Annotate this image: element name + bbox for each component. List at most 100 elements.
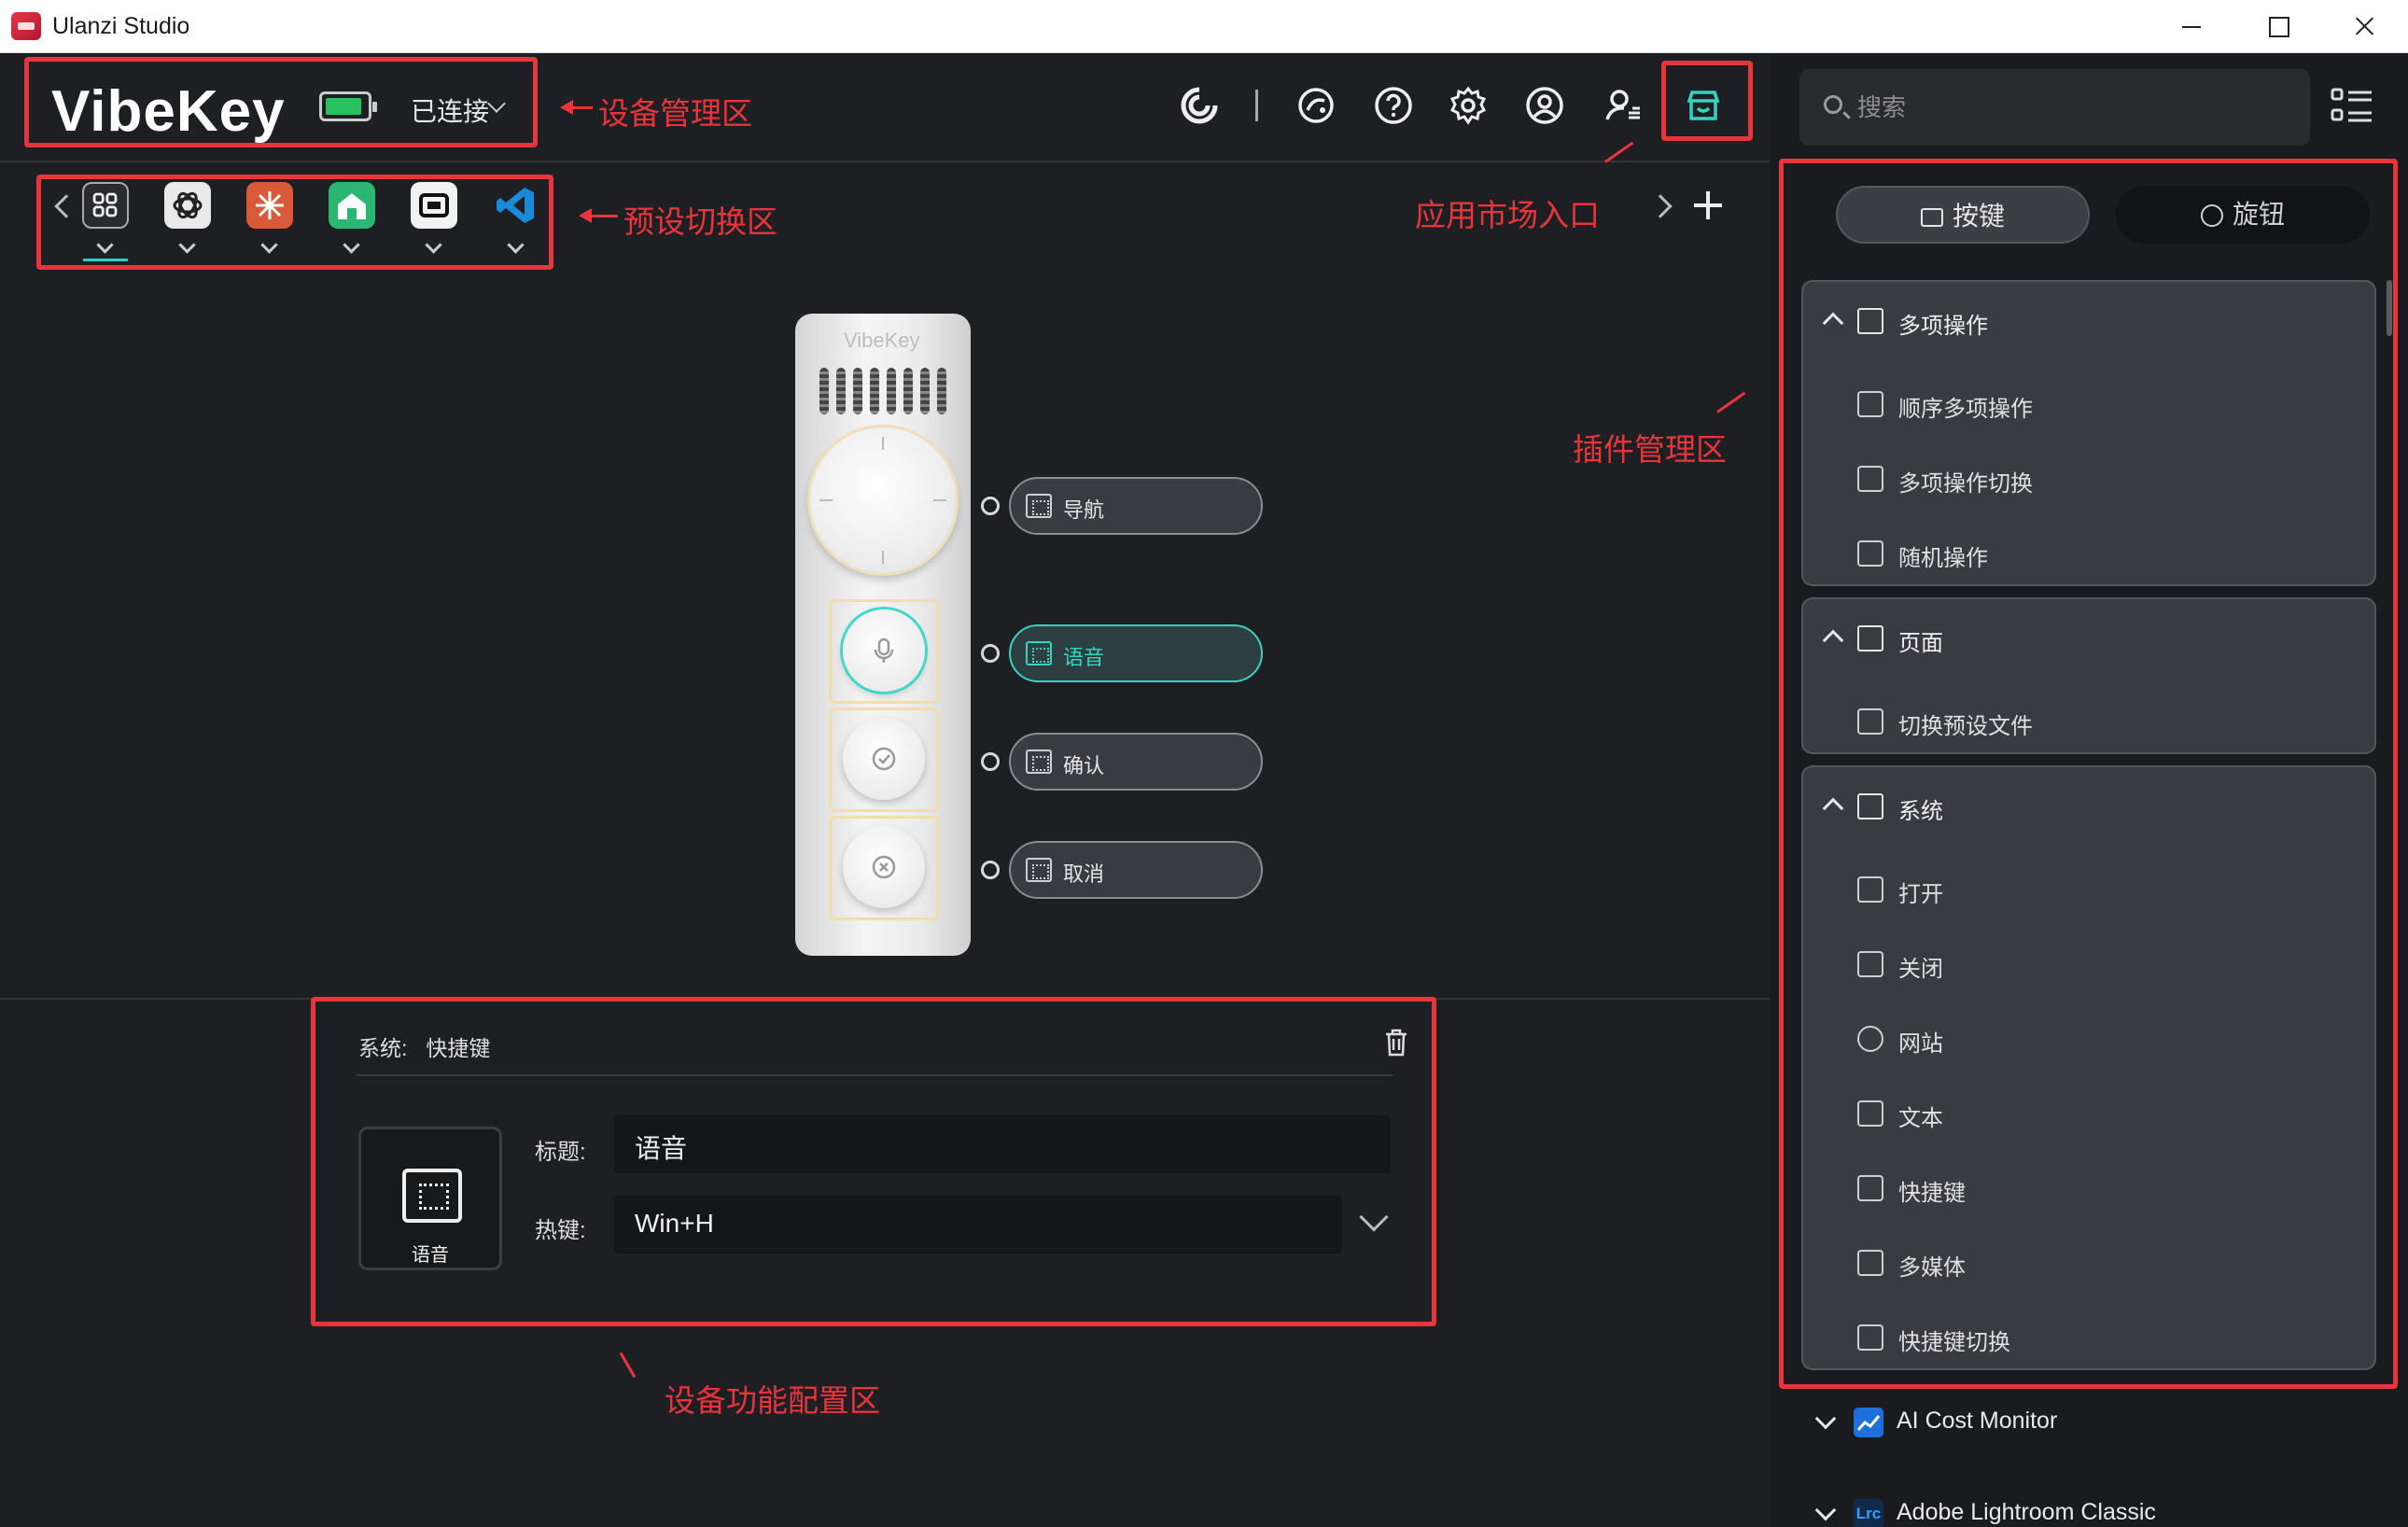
user-manage-icon[interactable] bbox=[1602, 84, 1645, 127]
annotation-device-management: 设备管理区 bbox=[598, 96, 752, 131]
slot-confirm[interactable]: 确认 bbox=[1009, 733, 1263, 791]
grid-preset-icon[interactable] bbox=[82, 182, 129, 229]
group-title: 页面 bbox=[1898, 631, 1943, 656]
account-icon[interactable] bbox=[1523, 84, 1566, 127]
hotkey-input[interactable]: Win+H bbox=[614, 1196, 1342, 1254]
search-input[interactable] bbox=[1857, 90, 2287, 125]
item-label: 文本 bbox=[1898, 1106, 1943, 1131]
shortcut-icon bbox=[1026, 494, 1052, 518]
group-system: 系统 打开 关闭 网站 文本 快捷键 多媒体 快捷键切换 bbox=[1801, 765, 2376, 1370]
chevron-up-icon[interactable] bbox=[1822, 312, 1844, 334]
confirm-key-button[interactable] bbox=[843, 718, 925, 800]
device-knob[interactable] bbox=[810, 427, 956, 573]
list-item[interactable]: 网站 bbox=[1803, 1004, 2374, 1070]
item-label: 多媒体 bbox=[1898, 1255, 1966, 1281]
close-window-button[interactable] bbox=[2320, 0, 2406, 53]
tab-label: 按键 bbox=[1952, 202, 2005, 231]
plugin-name: AI Cost Monitor bbox=[1897, 1408, 2058, 1434]
list-item[interactable]: 多项操作切换 bbox=[1803, 444, 2374, 510]
device-name: VibeKey bbox=[51, 79, 286, 144]
vscode-preset-icon[interactable] bbox=[493, 182, 539, 229]
group-title: 多项操作 bbox=[1898, 314, 1988, 339]
shortcut-icon bbox=[402, 1169, 462, 1223]
list-item[interactable]: 多媒体 bbox=[1803, 1228, 2374, 1294]
group-multi-action: 多项操作 顺序多项操作 多项操作切换 随机操作 bbox=[1801, 280, 2376, 586]
vibekey-device: VibeKey bbox=[795, 314, 971, 956]
connection-status[interactable]: 已连接 bbox=[411, 91, 489, 129]
title-input[interactable]: 语音 bbox=[614, 1115, 1391, 1173]
green-app-preset-icon[interactable] bbox=[329, 182, 375, 229]
list-item[interactable]: 随机操作 bbox=[1803, 519, 2374, 584]
key-tab-icon bbox=[1920, 208, 1943, 227]
add-preset-button[interactable] bbox=[1692, 189, 1724, 221]
config-breadcrumb: 系统: 快捷键 bbox=[358, 1030, 490, 1062]
plugin-ai-cost-monitor[interactable]: AI Cost Monitor bbox=[1801, 1393, 2376, 1458]
plugin-name: Adobe Lightroom Classic bbox=[1897, 1499, 2156, 1525]
group-header[interactable]: 系统 bbox=[1803, 767, 2374, 844]
trash-icon[interactable] bbox=[1383, 1028, 1409, 1058]
annotation-plugin-management: 插件管理区 bbox=[1573, 432, 1727, 467]
slot-label: 导航 bbox=[1063, 498, 1105, 522]
ulanzi-app-icon bbox=[11, 12, 41, 40]
search-icon bbox=[1824, 95, 1842, 114]
slot-cancel[interactable]: 取消 bbox=[1009, 841, 1263, 899]
chevron-down-icon[interactable] bbox=[1814, 1408, 1837, 1430]
sidebar-scrollbar[interactable] bbox=[2387, 280, 2392, 336]
list-item[interactable]: 打开 bbox=[1803, 855, 2374, 920]
tab-keys[interactable]: 按键 bbox=[1836, 186, 2090, 244]
window-titlebar: Ulanzi Studio bbox=[0, 0, 2408, 53]
tab-knob[interactable]: 旋钮 bbox=[2116, 186, 2370, 244]
annotation-arrow bbox=[579, 208, 592, 223]
slot-connector-dot bbox=[981, 752, 1000, 771]
shortcut-icon bbox=[1026, 858, 1052, 882]
active-preset-indicator bbox=[83, 259, 128, 261]
cancel-key-button[interactable] bbox=[843, 826, 925, 908]
claude-preset-icon[interactable] bbox=[246, 182, 293, 229]
ulanzi-logo-icon[interactable] bbox=[1178, 84, 1221, 127]
switch-preset-icon bbox=[1857, 708, 1883, 735]
shortcut-icon bbox=[1026, 641, 1052, 665]
app-market-icon[interactable] bbox=[1682, 84, 1725, 127]
slot-connector-dot bbox=[981, 644, 1000, 663]
shortcut-icon bbox=[1857, 1175, 1883, 1201]
chevron-down-icon[interactable] bbox=[1814, 1499, 1837, 1521]
list-item[interactable]: 切换预设文件 bbox=[1803, 687, 2374, 752]
slot-navigate[interactable]: 导航 bbox=[1009, 477, 1263, 535]
plugin-search[interactable] bbox=[1799, 69, 2310, 146]
voice-key-button[interactable] bbox=[843, 609, 925, 692]
settings-icon[interactable] bbox=[1447, 84, 1490, 127]
group-title: 系统 bbox=[1898, 799, 1943, 824]
group-header[interactable]: 多项操作 bbox=[1803, 282, 2374, 358]
device-key-slot[interactable] bbox=[829, 707, 939, 812]
list-item[interactable]: 顺序多项操作 bbox=[1803, 370, 2374, 435]
plugin-adobe-lightroom[interactable]: Lrc Adobe Lightroom Classic bbox=[1801, 1484, 2376, 1527]
maximize-button[interactable] bbox=[2233, 0, 2319, 53]
list-item[interactable]: 快捷键切换 bbox=[1803, 1303, 2374, 1368]
lrc-icon: Lrc bbox=[1854, 1499, 1883, 1527]
item-label: 快捷键切换 bbox=[1898, 1330, 2010, 1355]
device-key-slot[interactable] bbox=[829, 599, 939, 704]
terminal-preset-icon[interactable] bbox=[411, 182, 457, 229]
minimize-button[interactable] bbox=[2147, 0, 2233, 53]
group-header[interactable]: 页面 bbox=[1803, 599, 2374, 676]
chevron-up-icon[interactable] bbox=[1822, 629, 1844, 651]
random-action-icon bbox=[1857, 540, 1883, 567]
key-preview-thumbnail[interactable]: 语音 bbox=[358, 1127, 502, 1270]
list-item[interactable]: 关闭 bbox=[1803, 930, 2374, 995]
chevron-up-icon[interactable] bbox=[1822, 797, 1844, 820]
list-item[interactable]: 文本 bbox=[1803, 1079, 2374, 1144]
header-divider bbox=[0, 161, 1770, 162]
help-icon[interactable] bbox=[1372, 84, 1415, 127]
device-key-slot[interactable] bbox=[829, 816, 939, 920]
multimedia-icon bbox=[1857, 1250, 1883, 1276]
system-icon bbox=[1857, 793, 1883, 820]
slot-label: 确认 bbox=[1063, 754, 1105, 778]
community-icon[interactable] bbox=[1295, 84, 1337, 127]
openai-preset-icon[interactable] bbox=[164, 182, 211, 229]
device-label: VibeKey bbox=[844, 329, 920, 352]
group-page: 页面 切换预设文件 bbox=[1801, 597, 2376, 754]
globe-icon bbox=[1857, 1026, 1883, 1052]
slot-voice[interactable]: 语音 bbox=[1009, 624, 1263, 682]
list-item[interactable]: 快捷键 bbox=[1803, 1154, 2374, 1219]
list-view-icon[interactable] bbox=[2330, 86, 2374, 125]
